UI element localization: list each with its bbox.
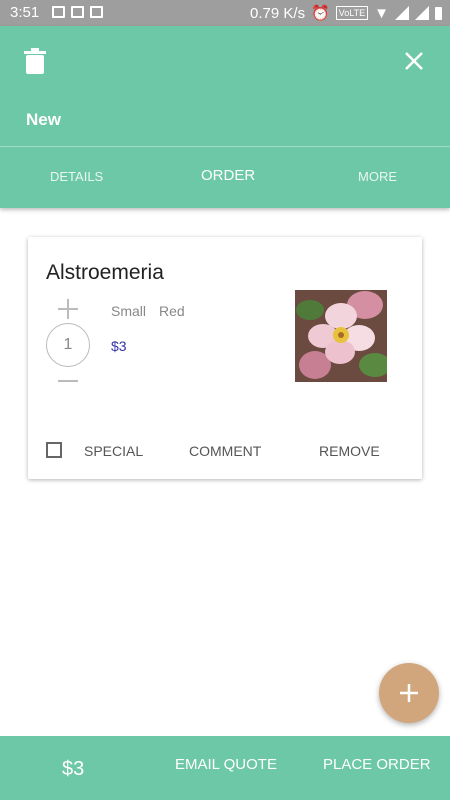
status-bar: 3:51 0.79 K/s ⏰ VoLTE ▼ — [0, 0, 450, 26]
trash-icon[interactable] — [24, 48, 46, 74]
special-label[interactable]: SPECIAL — [84, 443, 143, 459]
product-size: Small — [111, 303, 147, 319]
close-icon[interactable] — [404, 51, 424, 71]
network-speed: 0.79 K/s — [250, 4, 306, 22]
tab-details[interactable]: DETAILS — [50, 169, 103, 184]
product-color: Red — [159, 303, 185, 319]
decrease-quantity-icon[interactable] — [58, 380, 78, 382]
app-header: New DETAILS ORDER MORE — [0, 26, 450, 208]
bottom-bar: $3 EMAIL QUOTE PLACE ORDER — [0, 736, 450, 800]
plus-icon — [400, 684, 418, 702]
quantity-display[interactable]: 1 — [46, 323, 90, 367]
email-quote-button[interactable]: EMAIL QUOTE — [175, 756, 277, 773]
tab-order[interactable]: ORDER — [201, 167, 255, 184]
product-image — [295, 290, 387, 382]
volte-badge: VoLTE — [335, 6, 369, 20]
product-price: $3 — [111, 338, 127, 354]
notification-icons — [52, 6, 103, 18]
signal-icon — [395, 6, 409, 20]
alarm-icon: ⏰ — [311, 5, 330, 22]
increase-quantity-icon[interactable] — [58, 299, 78, 319]
image-notification-icon — [52, 6, 65, 18]
page-title: New — [26, 110, 61, 129]
place-order-button[interactable]: PLACE ORDER — [323, 756, 431, 773]
order-item-card: Alstroemeria 1 Small Red $3 SPECIAL COMM… — [28, 237, 422, 479]
tab-more[interactable]: MORE — [358, 169, 397, 184]
wifi-icon: ▼ — [374, 4, 389, 22]
comment-button[interactable]: COMMENT — [189, 443, 261, 459]
order-total: $3 — [62, 758, 85, 780]
battery-icon — [435, 6, 442, 20]
signal-icon — [415, 6, 429, 20]
app-notification-icon — [90, 6, 103, 18]
status-right: 0.79 K/s ⏰ VoLTE ▼ — [250, 4, 442, 22]
header-divider — [0, 146, 450, 147]
status-time: 3:51 — [10, 4, 40, 21]
product-name: Alstroemeria — [46, 261, 164, 284]
app-notification-icon — [71, 6, 84, 18]
special-checkbox[interactable] — [46, 442, 62, 458]
add-item-button[interactable] — [379, 663, 439, 723]
remove-button[interactable]: REMOVE — [319, 443, 380, 459]
